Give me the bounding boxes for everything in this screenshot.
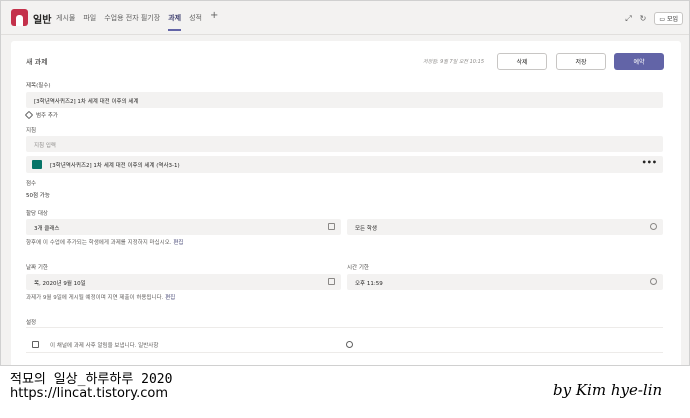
- channel-tabs: 게시물 파일 수업용 전자 필기장 과제 성적 +: [56, 10, 218, 35]
- calendar-icon: [328, 278, 335, 285]
- student-selector-value: 모든 학생: [355, 226, 377, 232]
- instructions-placeholder: 지침 입력: [34, 143, 56, 149]
- page-title: 새 과제: [26, 58, 48, 66]
- watermark-signature: by Kim hye-lin: [553, 381, 663, 399]
- expand-icon[interactable]: ⤢: [625, 14, 631, 24]
- tab-files[interactable]: 파일: [83, 13, 96, 35]
- student-selector[interactable]: 모든 학생: [347, 219, 663, 235]
- add-category-label: 범주 추가: [36, 113, 58, 119]
- info-icon[interactable]: [346, 341, 353, 348]
- meet-button[interactable]: ▭ 모임: [654, 12, 683, 25]
- title-label: 제목(필수): [26, 83, 51, 89]
- watermark-url: https://lincat.tistory.com: [10, 386, 169, 401]
- refresh-icon[interactable]: ↻: [640, 14, 647, 23]
- due-date-value: 목, 2020년 9월 10일: [34, 281, 86, 287]
- meet-label: 모임: [666, 16, 678, 23]
- assign-note: 향후에 이 수업에 추가되는 학생에게 과제를 지정하지 마십시오. 편집: [26, 238, 183, 246]
- channel-header: 일반 게시물 파일 수업용 전자 필기장 과제 성적 + ⤢ ↻ ▭ 모임: [1, 1, 689, 35]
- watermark-title: 적묘의 일상_하루하루 2020: [10, 372, 173, 387]
- instructions-input[interactable]: 지침 입력: [26, 136, 663, 152]
- due-time-label: 시간 기한: [347, 265, 369, 271]
- due-edit-link[interactable]: 편집: [165, 295, 175, 301]
- video-icon: ▭: [659, 16, 666, 23]
- due-date-picker[interactable]: 목, 2020년 9월 10일: [26, 274, 341, 290]
- channel-name: 일반: [33, 15, 52, 26]
- channel-icon: [32, 341, 39, 348]
- header-actions: ⤢ ↻ ▭ 모임: [625, 12, 683, 25]
- setting-text: 이 채널에 과제 사후 알림을 보냅니다. 일반사항: [50, 343, 159, 349]
- attachment-name: [3학년역사퀴즈2] 1차 세계 대전 이후의 세계 (역사3-1): [50, 163, 180, 169]
- settings-label: 설정: [26, 320, 37, 326]
- assignment-form: 새 과제 저장됨: 9월 7일 오전 10:15 삭제 저장 예약 제목(필수)…: [11, 41, 681, 365]
- saved-status: 저장됨: 9월 7일 오전 10:15: [423, 59, 485, 65]
- divider: [26, 327, 663, 328]
- due-time-picker[interactable]: 오후 11:59: [347, 274, 663, 290]
- instructions-label: 지침: [26, 128, 37, 134]
- team-logo: [11, 9, 28, 26]
- clock-icon: [650, 278, 657, 285]
- tab-grades[interactable]: 성적: [189, 13, 202, 35]
- class-selector[interactable]: 3개 클래스: [26, 219, 341, 235]
- attachment-item[interactable]: [3학년역사퀴즈2] 1차 세계 대전 이후의 세계 (역사3-1) •••: [26, 156, 663, 173]
- info-icon: [650, 223, 657, 230]
- due-note: 과제가 9월 9일에 게시될 예정이며 지연 제출이 허용됩니다. 편집: [26, 293, 175, 301]
- due-note-text: 과제가 9월 9일에 게시될 예정이며 지연 제출이 허용됩니다.: [26, 295, 164, 301]
- assign-edit-link[interactable]: 편집: [173, 240, 183, 246]
- tab-posts[interactable]: 게시물: [56, 13, 75, 35]
- add-category-link[interactable]: 범주 추가: [24, 110, 58, 120]
- tab-assignments[interactable]: 과제: [168, 13, 181, 35]
- channel-notify-setting[interactable]: 이 채널에 과제 사후 알림을 보냅니다. 일반사항: [26, 337, 663, 353]
- copy-icon: [328, 223, 335, 230]
- teams-window: 일반 게시물 파일 수업용 전자 필기장 과제 성적 + ⤢ ↻ ▭ 모임 새 …: [0, 0, 690, 366]
- tag-icon: [24, 110, 34, 120]
- schedule-button[interactable]: 예약: [614, 53, 664, 70]
- assign-label: 할당 대상: [26, 211, 48, 217]
- class-selector-value: 3개 클래스: [34, 226, 60, 232]
- forms-icon: [32, 160, 42, 169]
- due-date-label: 날짜 기한: [26, 265, 48, 271]
- points-label: 점수: [26, 181, 37, 187]
- tab-class-notebook[interactable]: 수업용 전자 필기장: [104, 13, 160, 35]
- points-value[interactable]: 50점 가능: [26, 191, 50, 199]
- assign-note-text: 향후에 이 수업에 추가되는 학생에게 과제를 지정하지 마십시오.: [26, 240, 172, 246]
- more-options-icon[interactable]: •••: [642, 158, 657, 167]
- add-tab-icon[interactable]: +: [210, 10, 218, 32]
- title-input[interactable]: [3학년역사퀴즈2] 1차 세계 대전 이후의 세계: [26, 92, 663, 108]
- delete-button[interactable]: 삭제: [497, 53, 547, 70]
- due-time-value: 오후 11:59: [355, 281, 383, 287]
- save-button[interactable]: 저장: [556, 53, 606, 70]
